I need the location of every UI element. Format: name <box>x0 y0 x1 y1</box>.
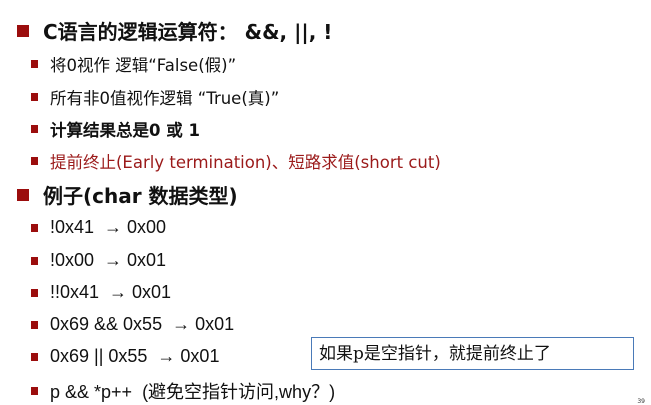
page-number: 39 <box>637 398 645 405</box>
example-item: !0x00 → 0x01 <box>31 250 166 271</box>
heading-text: C语言的逻辑运算符： &&, ||, ! <box>43 20 333 44</box>
bullet-icon <box>31 223 38 232</box>
example-text: !0x00 → 0x01 <box>50 250 167 270</box>
bullet-icon <box>31 93 38 101</box>
bullet-icon <box>31 125 38 133</box>
bullet-icon <box>31 352 38 361</box>
example-text: 0x69 || 0x55 → 0x01 <box>50 346 220 366</box>
bullet-icon <box>31 157 38 165</box>
callout-box: 如果p是空指针，就提前终止了 <box>311 337 634 370</box>
bullet-icon <box>17 24 29 37</box>
example-item: 0x69 && 0x55 → 0x01 <box>31 314 234 335</box>
bullet-icon <box>17 188 29 201</box>
bullet-icon <box>31 320 38 329</box>
list-item: 计算结果总是0 或 1 <box>31 117 200 141</box>
point-text: 计算结果总是0 或 1 <box>50 121 200 140</box>
bullet-icon <box>31 288 38 297</box>
heading-text: 例子(char 数据类型) <box>43 184 238 208</box>
example-item: p && *p++ (避免空指针访问,why？) <box>31 378 335 404</box>
heading-examples: 例子(char 数据类型) <box>17 180 238 209</box>
point-text: 所有非0值视作逻辑 “True(真)” <box>50 89 280 108</box>
example-item: !!0x41 → 0x01 <box>31 282 171 303</box>
example-text: !0x41 → 0x00 <box>50 217 167 237</box>
example-item: 0x69 || 0x55 → 0x01 <box>31 346 219 367</box>
list-item: 将0视作 逻辑“False(假)” <box>31 52 236 76</box>
point-text: 将0视作 逻辑“False(假)” <box>50 56 237 75</box>
heading-logical-operators: C语言的逻辑运算符： &&, ||, ! <box>17 16 332 45</box>
example-text: p && *p++ (避免空指针访问,why？) <box>50 382 336 402</box>
example-text: !!0x41 → 0x01 <box>50 282 172 302</box>
bullet-icon <box>31 256 38 265</box>
example-item: !0x41 → 0x00 <box>31 217 166 238</box>
list-item: 提前终止(Early termination)、短路求值(short cut) <box>31 149 441 173</box>
bullet-icon <box>31 387 38 395</box>
list-item: 所有非0值视作逻辑 “True(真)” <box>31 85 279 109</box>
bullet-icon <box>31 60 38 68</box>
example-text: 0x69 && 0x55 → 0x01 <box>50 314 235 334</box>
point-text: 提前终止(Early termination)、短路求值(short cut) <box>50 153 441 172</box>
